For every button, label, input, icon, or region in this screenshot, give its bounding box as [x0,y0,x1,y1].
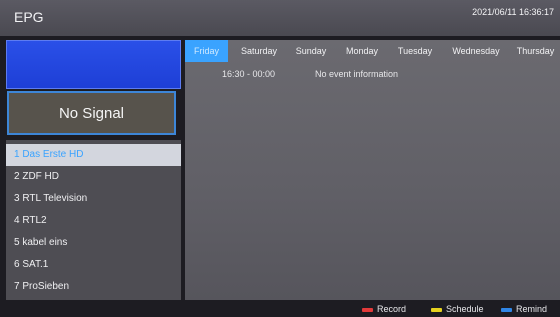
tab-saturday[interactable]: Saturday [231,40,287,62]
day-tabs: Friday Saturday Sunday Monday Tuesday We… [185,40,560,62]
event-info[interactable]: No event information [315,69,398,79]
datetime-label: 2021/06/11 16:36:17 [472,7,554,17]
channel-list: 1 Das Erste HD 2 ZDF HD 3 RTL Television… [6,140,181,300]
schedule-legend: Schedule [431,303,484,315]
no-signal-message: No Signal [7,91,176,135]
app-title: EPG [14,9,44,25]
channel-item-7[interactable]: 7 ProSieben [6,276,181,298]
red-key-icon [362,307,373,312]
channel-item-2[interactable]: 2 ZDF HD [6,166,181,188]
channel-preview [6,40,181,89]
header-bar: EPG 2021/06/11 16:36:17 [0,0,560,36]
record-legend: Record [362,303,406,315]
schedule-label: Schedule [446,304,484,314]
tab-wednesday[interactable]: Wednesday [445,40,507,62]
tab-monday[interactable]: Monday [339,40,385,62]
channel-item-4[interactable]: 4 RTL2 [6,210,181,232]
event-time[interactable]: 16:30 - 00:00 [222,69,275,79]
channel-item-5[interactable]: 5 kabel eins [6,232,181,254]
footer-legend: Record Schedule Remind [0,300,560,317]
yellow-key-icon [431,307,442,312]
tab-tuesday[interactable]: Tuesday [391,40,439,62]
remind-legend: Remind [501,303,547,315]
channel-item-6[interactable]: 6 SAT.1 [6,254,181,276]
tab-thursday[interactable]: Thursday [511,40,560,62]
program-guide: Friday Saturday Sunday Monday Tuesday We… [185,40,560,300]
channel-item-1[interactable]: 1 Das Erste HD [6,144,181,166]
channel-item-3[interactable]: 3 RTL Television [6,188,181,210]
tab-friday[interactable]: Friday [185,40,228,62]
remind-label: Remind [516,304,548,314]
blue-key-icon [501,307,512,312]
tab-sunday[interactable]: Sunday [289,40,333,62]
record-label: Record [377,304,407,314]
